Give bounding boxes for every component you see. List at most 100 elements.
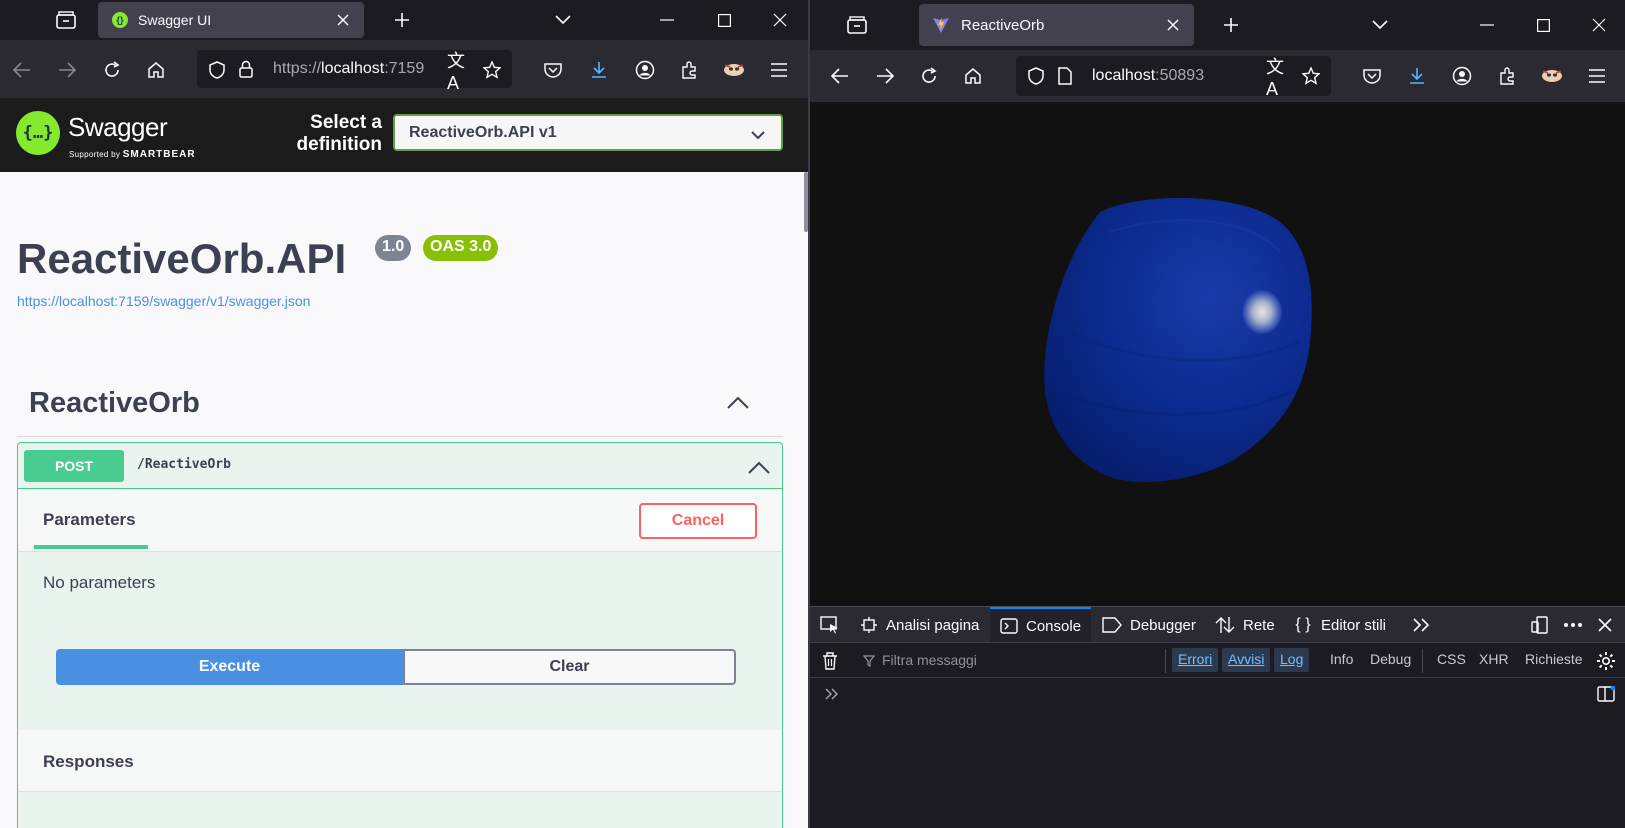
pocket-icon[interactable] [541,58,565,82]
extensions-icon[interactable] [677,58,701,82]
firefox-view-icon[interactable] [843,13,871,37]
minimize-icon[interactable] [656,10,678,30]
tracking-protection-shield-icon[interactable] [1026,66,1046,86]
bookmark-star-icon[interactable] [1300,65,1322,87]
devtools-tab-style-editor[interactable]: { } Editor stili [1293,607,1386,643]
devtools-toolbar: Analisi pagina Console Debugger Rete { }… [810,606,1625,643]
reload-icon[interactable] [100,58,124,82]
console-icon [1000,617,1018,635]
swagger-favicon-icon: {} [112,12,128,28]
definition-select[interactable]: ReactiveOrb.API v1 [393,114,783,151]
translate-icon[interactable]: 文A [1266,57,1288,99]
forward-icon[interactable] [873,64,897,88]
swagger-logo-subtitle: Supported by SMARTBEAR [69,149,196,160]
lock-icon[interactable] [237,59,255,79]
devtools-tab-label: Editor stili [1321,616,1387,634]
tab-reactiveorb[interactable]: ReactiveOrb [919,4,1194,46]
operation-summary[interactable]: POST /ReactiveOrb [18,443,782,489]
filter-info-toggle[interactable]: Info [1330,651,1353,667]
console-prompt-chevron-icon[interactable] [822,684,842,704]
oas-version-badge: OAS 3.0 [423,235,499,261]
element-picker-icon[interactable] [818,613,842,637]
url-text: localhost:50893 [1092,67,1205,84]
tab-list-chevron-icon[interactable] [1370,15,1390,35]
translate-icon[interactable]: 文A [447,51,469,93]
parameters-tab[interactable]: Parameters [43,510,136,530]
swagger-logo-text[interactable]: Swagger [68,112,168,143]
collapse-tag-chevron-icon[interactable] [725,392,751,412]
console-filter-bar: Filtra messaggi Errori Avvisi Log Info D… [810,642,1625,678]
maximize-icon[interactable] [713,10,735,30]
filter-warnings-toggle[interactable]: Avvisi [1222,648,1271,672]
no-parameters-text: No parameters [43,573,156,592]
devtools-tab-network[interactable]: Rete [1215,607,1275,643]
filter-errors-toggle[interactable]: Errori [1172,648,1219,672]
responses-header: Responses [18,730,782,792]
extensions-icon[interactable] [1495,64,1519,88]
home-icon[interactable] [961,64,985,88]
filter-messages-input[interactable]: Filtra messaggi [852,647,1152,675]
tab-list-chevron-icon[interactable] [553,10,573,30]
filter-log-toggle[interactable]: Log [1274,648,1310,672]
downloads-icon[interactable] [587,58,611,82]
filter-xhr-toggle[interactable]: XHR [1479,651,1509,667]
braces-icon: { } [1295,616,1311,633]
new-tab-icon[interactable] [391,9,413,31]
clear-console-trash-icon[interactable] [820,651,840,671]
execute-button[interactable]: Execute [56,649,403,685]
extension-mascot-icon[interactable] [1539,64,1565,88]
reload-icon[interactable] [917,64,941,88]
tab-title: Swagger UI [138,12,212,28]
close-devtools-icon[interactable] [1593,613,1617,637]
close-tab-icon[interactable] [334,11,352,29]
pocket-icon[interactable] [1360,64,1384,88]
responsive-design-icon[interactable] [1528,613,1552,637]
spec-url-link[interactable]: https://localhost:7159/swagger/v1/swagge… [17,293,310,309]
app-menu-icon[interactable] [767,58,791,82]
tracking-protection-shield-icon[interactable] [207,60,227,80]
back-icon[interactable] [828,64,852,88]
new-tab-icon[interactable] [1220,14,1242,36]
devtools-tab-console[interactable]: Console [990,607,1092,643]
filter-css-toggle[interactable]: CSS [1437,651,1466,667]
clear-button[interactable]: Clear [403,649,736,685]
devtools-tab-debugger[interactable]: Debugger [1102,607,1196,643]
maximize-icon[interactable] [1532,15,1554,35]
back-icon[interactable] [10,58,34,82]
tag-section-title[interactable]: ReactiveOrb [29,387,200,420]
cancel-button[interactable]: Cancel [639,503,757,539]
account-icon[interactable] [1450,64,1474,88]
network-arrows-icon [1215,616,1235,634]
page-info-icon[interactable] [1056,66,1074,86]
swagger-logo-icon[interactable]: {…} [16,111,60,155]
extension-mascot-icon[interactable] [721,58,747,82]
firefox-view-icon[interactable] [52,8,80,32]
home-icon[interactable] [144,58,168,82]
filter-requests-toggle[interactable]: Richieste [1525,651,1583,667]
close-window-icon[interactable] [1588,15,1610,35]
close-tab-icon[interactable] [1164,16,1182,34]
account-icon[interactable] [633,58,657,82]
url-bar[interactable]: https://localhost:7159 文A [197,50,512,93]
bookmark-star-icon[interactable] [481,59,503,81]
filter-divider [1422,649,1423,673]
console-output[interactable] [810,678,1625,828]
minimize-icon[interactable] [1476,15,1498,35]
more-options-icon[interactable] [1560,613,1586,637]
editor-mode-toggle-icon[interactable] [1595,684,1617,704]
reactive-orb-canvas[interactable] [810,102,1625,606]
console-settings-gear-icon[interactable] [1594,650,1618,672]
close-window-icon[interactable] [769,10,791,30]
url-bar[interactable]: localhost:50893 文A [1016,56,1331,99]
app-menu-icon[interactable] [1585,64,1609,88]
parameters-tab-underline [34,545,148,549]
filter-debug-toggle[interactable]: Debug [1370,651,1411,667]
forward-icon[interactable] [55,58,79,82]
tab-swagger-ui[interactable]: {} Swagger UI [98,2,364,38]
parameters-header: Parameters Cancel [18,490,782,552]
more-tabs-chevron-icon[interactable] [1410,613,1434,637]
collapse-operation-chevron-icon[interactable] [746,457,772,477]
downloads-icon[interactable] [1405,64,1429,88]
devtools-tab-inspector[interactable]: Analisi pagina [860,607,979,643]
swagger-topbar: {…} Swagger Supported by SMARTBEAR Selec… [0,98,808,172]
